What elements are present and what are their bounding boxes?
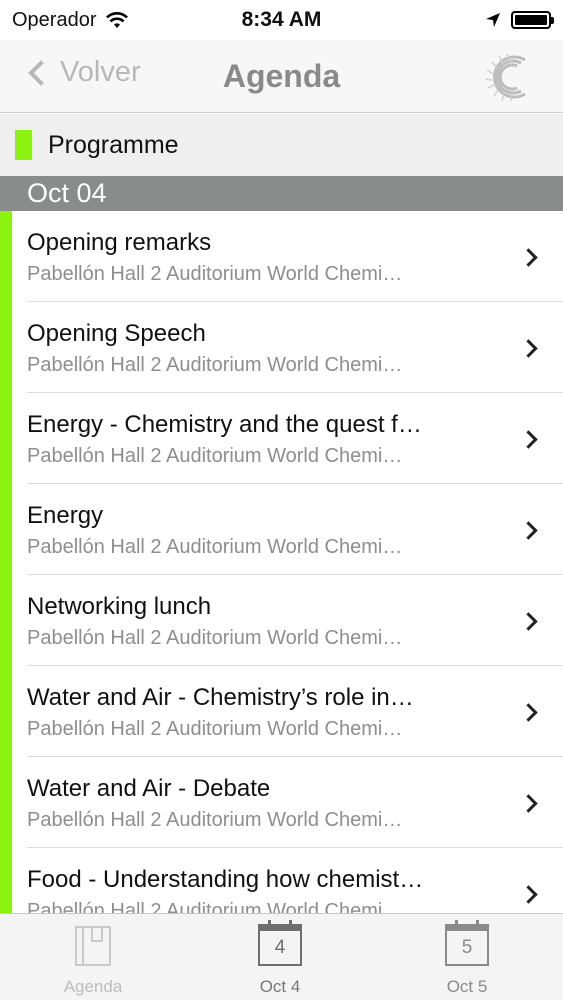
list-item[interactable]: Networking lunch Pabellón Hall 2 Auditor… [27,575,563,666]
section-header: Programme [0,114,563,176]
session-title: Water and Air - Chemistry’s role in… [27,684,414,711]
session-location: Pabellón Hall 2 Auditorium World Chemi… [27,900,403,913]
session-title: Energy [27,502,104,529]
chevron-right-icon [519,703,538,722]
list-item[interactable]: Energy Pabellón Hall 2 Auditorium World … [27,484,563,575]
calendar-icon: 5 [445,920,489,966]
status-right [485,11,554,29]
session-location: Pabellón Hall 2 Auditorium World Chemi… [27,809,403,831]
chevron-right-icon [519,248,538,267]
tab-oct-4[interactable]: 4 Oct 4 [220,914,340,1000]
chevron-right-icon [519,521,538,540]
page-title: Agenda [222,58,341,94]
session-location: Pabellón Hall 2 Auditorium World Chemi… [27,627,403,649]
wifi-icon [105,12,128,28]
date-header: Oct 04 [0,176,563,211]
status-bar: Operador 8:34 AM [0,0,563,40]
list-item[interactable]: Food - Understanding how chemist… Pabell… [27,848,563,913]
session-title: Opening remarks [27,229,212,256]
book-icon [75,926,111,966]
session-title: Opening Speech [27,320,206,347]
battery-icon [511,11,554,29]
section-color-marker [15,130,32,160]
session-location: Pabellón Hall 2 Auditorium World Chemi… [27,536,403,558]
section-title: Programme [48,130,179,159]
track-color-bar [0,211,12,913]
chevron-right-icon [519,612,538,631]
chevron-right-icon [519,885,538,904]
session-list: Opening remarks Pabellón Hall 2 Auditori… [0,211,563,913]
session-location: Pabellón Hall 2 Auditorium World Chemi… [27,263,403,285]
status-left: Operador [12,9,129,32]
session-location: Pabellón Hall 2 Auditorium World Chemi… [27,354,403,376]
calendar-day: 4 [274,936,286,958]
tab-bar: Agenda 4 Oct 4 5 Oct 5 [0,913,563,1000]
navigation-bar: Volver Agenda [0,40,563,113]
session-location: Pabellón Hall 2 Auditorium World Chemi… [27,718,403,740]
session-location: Pabellón Hall 2 Auditorium World Chemi… [27,445,403,467]
calendar-icon: 4 [258,920,302,966]
chevron-right-icon [519,339,538,358]
list-item[interactable]: Opening Speech Pabellón Hall 2 Auditoriu… [27,302,563,393]
app-logo-icon [485,53,526,102]
location-arrow-icon [486,13,500,27]
list-item[interactable]: Opening remarks Pabellón Hall 2 Auditori… [27,211,563,302]
calendar-day: 5 [461,936,473,958]
list-item[interactable]: Water and Air - Debate Pabellón Hall 2 A… [27,757,563,848]
session-title: Food - Understanding how chemist… [27,866,424,893]
session-title: Water and Air - Debate [27,775,271,802]
tab-agenda[interactable]: Agenda [33,914,153,1000]
tab-label: Oct 5 [446,977,488,996]
tab-oct-5[interactable]: 5 Oct 5 [407,914,527,1000]
tab-label: Agenda [63,977,123,996]
chevron-right-icon [519,794,538,813]
session-title: Energy - Chemistry and the quest f… [27,411,422,438]
session-title: Networking lunch [27,593,212,620]
carrier-label: Operador [12,8,97,31]
list-item[interactable]: Water and Air - Chemistry’s role in… Pab… [27,666,563,757]
tab-label: Oct 4 [259,977,301,996]
battery-level [515,15,547,25]
chevron-right-icon [519,430,538,449]
list-item[interactable]: Energy - Chemistry and the quest f… Pabe… [27,393,563,484]
